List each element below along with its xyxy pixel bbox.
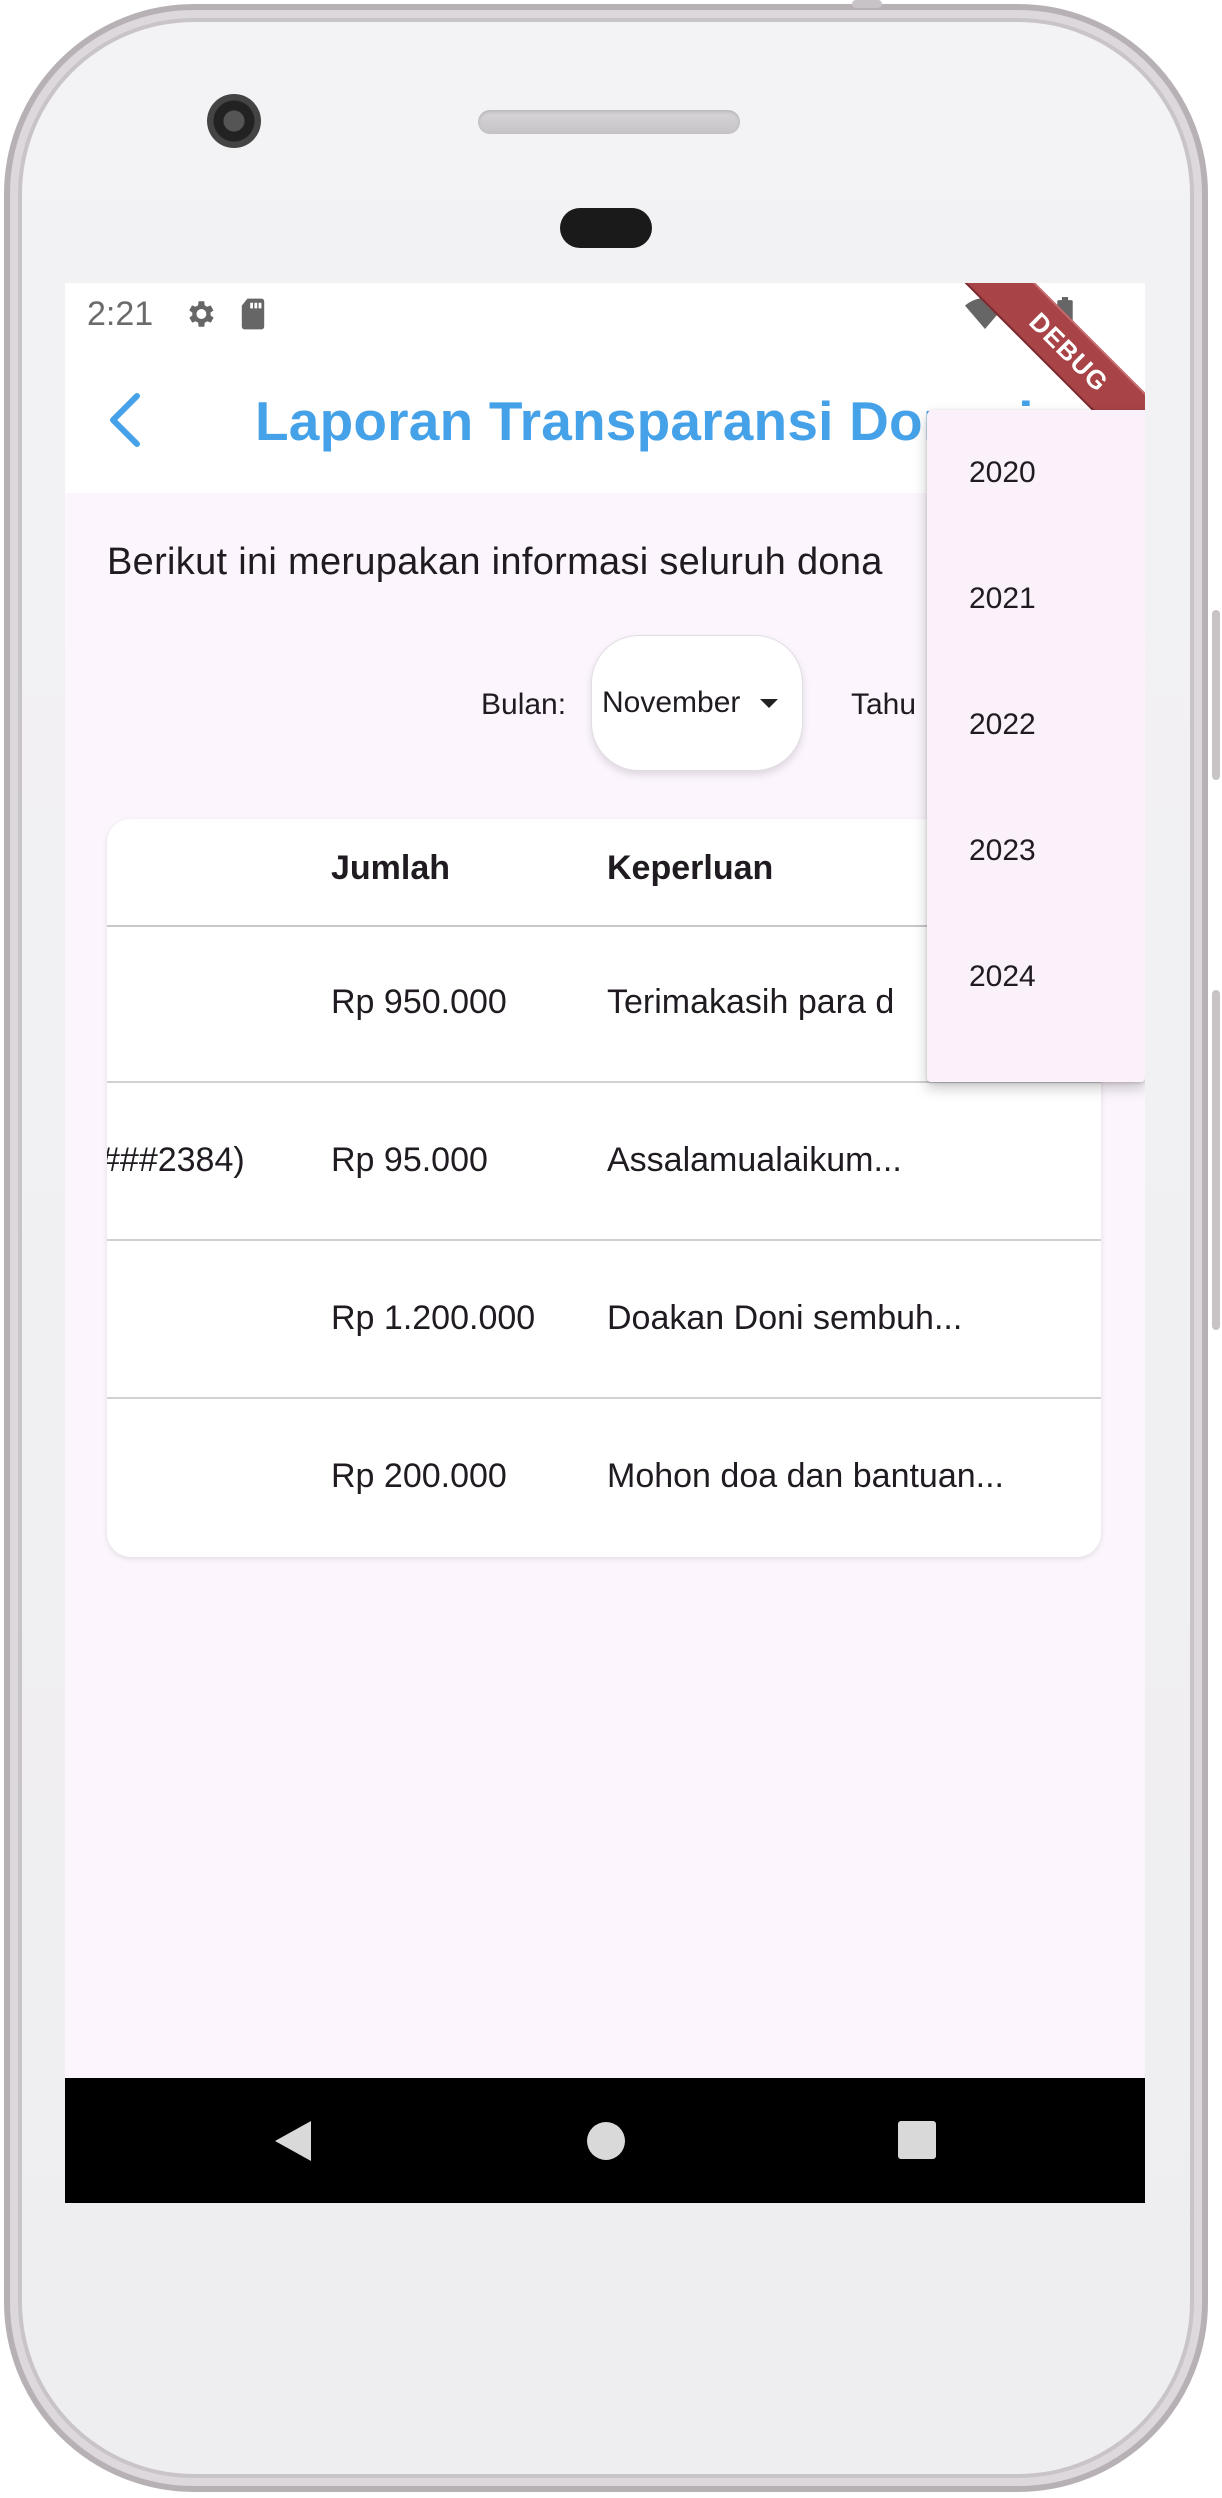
earpiece-speaker <box>478 110 740 134</box>
front-camera <box>207 94 261 148</box>
cell-purpose: Mohon doa dan bantuan... <box>607 1457 1004 1495</box>
back-triangle-icon[interactable] <box>271 2118 315 2168</box>
settings-icon <box>183 297 217 336</box>
table-row[interactable]: ###2384) Rp 95.000 Assalamualaikum... <box>107 1083 1101 1241</box>
year-option-2020[interactable]: 2020 <box>927 410 1145 536</box>
page-title: Laporan Transparansi Donasi <box>255 390 1034 452</box>
cell-amount: Rp 95.000 <box>331 1141 488 1179</box>
recents-square-icon[interactable] <box>897 2120 937 2164</box>
volume-button <box>1212 990 1220 1330</box>
back-arrow-icon <box>110 393 140 447</box>
status-icons-left <box>183 297 267 336</box>
table-row[interactable]: Rp 200.000 Mohon doa dan bantuan... <box>107 1399 1101 1555</box>
year-option-2022[interactable]: 2022 <box>927 662 1145 788</box>
cell-purpose: Terimakasih para d <box>607 983 895 1021</box>
cell-purpose: Assalamualaikum... <box>607 1141 902 1179</box>
cell-amount: Rp 950.000 <box>331 983 507 1021</box>
month-dropdown-value: November <box>602 686 741 719</box>
year-option-2021[interactable]: 2021 <box>927 536 1145 662</box>
system-nav-bar <box>65 2078 1145 2203</box>
home-circle-icon[interactable] <box>585 2120 627 2166</box>
back-button[interactable] <box>95 387 155 453</box>
status-time: 2:21 <box>87 295 154 333</box>
column-header-purpose: Keperluan <box>607 849 774 887</box>
column-header-amount: Jumlah <box>331 849 451 887</box>
cell-amount: Rp 200.000 <box>331 1457 507 1495</box>
month-filter-label: Bulan: <box>481 688 567 721</box>
year-option-2024[interactable]: 2024 <box>927 914 1145 1040</box>
year-filter-label: Tahu <box>851 688 917 721</box>
proximity-sensor <box>560 208 652 248</box>
cell-donor: ###2384) <box>107 1141 245 1179</box>
table-row[interactable]: Rp 1.200.000 Doakan Doni sembuh... <box>107 1241 1101 1399</box>
year-dropdown-menu: 2020 2021 2022 2023 2024 <box>927 410 1145 1082</box>
sd-card-icon <box>239 297 267 336</box>
intro-text: Berikut ini merupakan informasi seluruh … <box>107 541 883 583</box>
power-button <box>1212 610 1220 780</box>
device-screen: 2:21 Laporan Transparansi Donasi DEBUG B… <box>65 283 1145 2203</box>
chevron-down-icon <box>760 698 779 708</box>
cell-purpose: Doakan Doni sembuh... <box>607 1299 963 1337</box>
top-edge-button <box>852 0 882 8</box>
cell-amount: Rp 1.200.000 <box>331 1299 536 1337</box>
month-dropdown[interactable]: November <box>591 635 803 771</box>
year-option-2023[interactable]: 2023 <box>927 788 1145 914</box>
